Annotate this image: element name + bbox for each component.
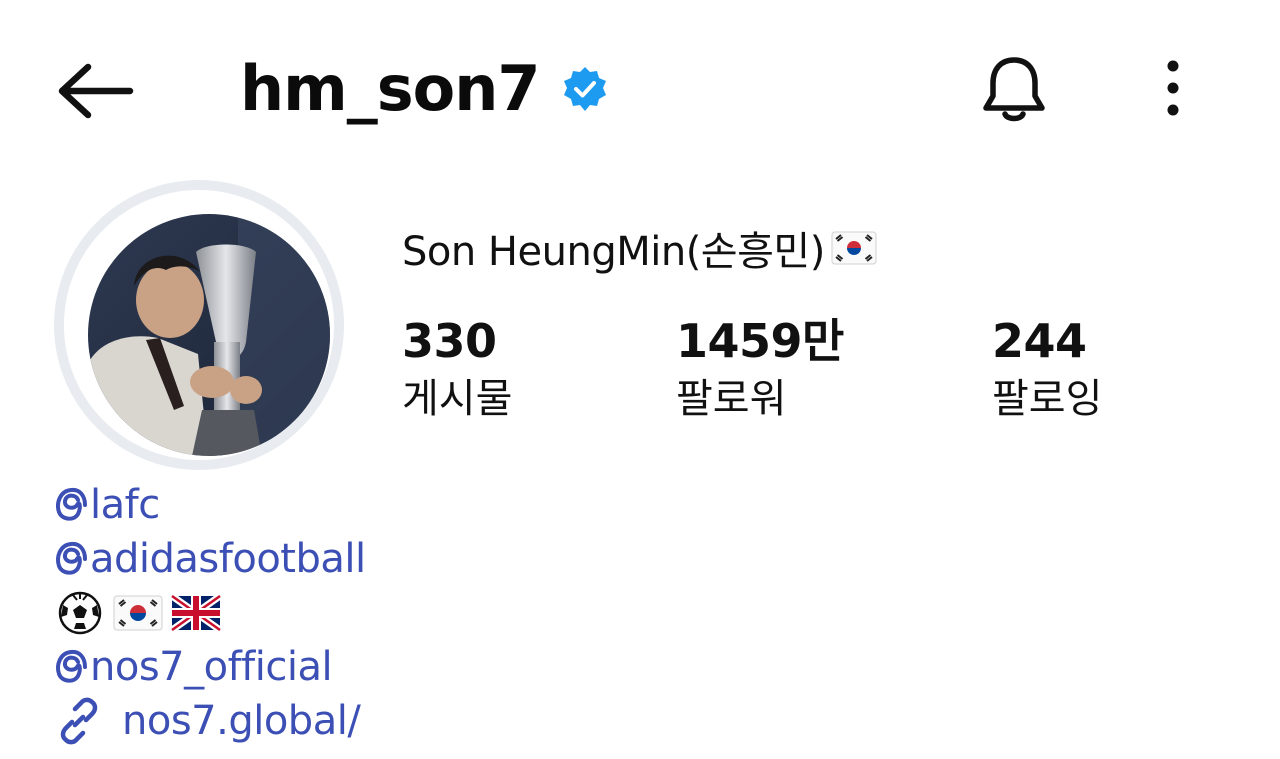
stat-following[interactable]: 244 팔로잉 [992,312,1102,428]
profile-bio: lafc adidasfootball nos7_official nos7.g… [54,478,614,748]
mention-nos7-official-text: nos7_official [90,644,333,690]
mention-adidasfootball-text: adidasfootball [90,536,366,582]
south-korea-flag-icon [113,595,163,631]
bio-mention-nos7-official[interactable]: nos7_official [54,640,614,694]
verified-badge-icon [563,67,606,111]
following-label: 팔로잉 [992,376,1103,422]
arrow-left-icon [58,63,134,119]
profile-header: hm_son7 [0,0,1280,180]
avatar-ring[interactable] [54,180,344,470]
uk-flag-icon [170,593,222,633]
bio-mention-adidasfootball[interactable]: adidasfootball [54,532,614,586]
soccer-ball-icon [58,591,102,635]
more-vertical-icon [1167,60,1179,116]
posts-label: 게시물 [402,376,513,422]
south-korea-flag-icon [831,231,877,265]
bio-mention-lafc[interactable]: lafc [54,478,614,532]
link-icon [60,697,98,745]
back-button[interactable] [52,58,136,124]
bell-icon [983,57,1045,122]
header-title: hm_son7 [240,46,608,132]
profile-full-name: Son HeungMin(손흥민) [402,222,877,275]
threads-icon [56,487,87,521]
username: hm_son7 [240,52,541,125]
notifications-button[interactable] [974,50,1054,130]
mention-lafc-text: lafc [90,482,160,528]
following-count: 244 [992,314,1087,368]
threads-icon [56,649,87,683]
bio-emojis [54,586,614,640]
avatar-border [64,190,334,460]
followers-label: 팔로워 [676,376,787,422]
bio-website-link[interactable]: nos7.global/ [54,694,614,748]
more-options-button[interactable] [1150,52,1196,124]
full-name-text: Son HeungMin(손흥민) [402,229,825,275]
threads-icon [56,541,87,575]
posts-count: 330 [402,314,497,368]
stat-followers[interactable]: 1459만 팔로워 [676,312,844,428]
stat-posts: 330 게시물 [402,312,512,428]
avatar[interactable] [88,214,330,456]
website-link-text: nos7.global/ [122,698,361,744]
followers-count: 1459만 [676,314,844,368]
